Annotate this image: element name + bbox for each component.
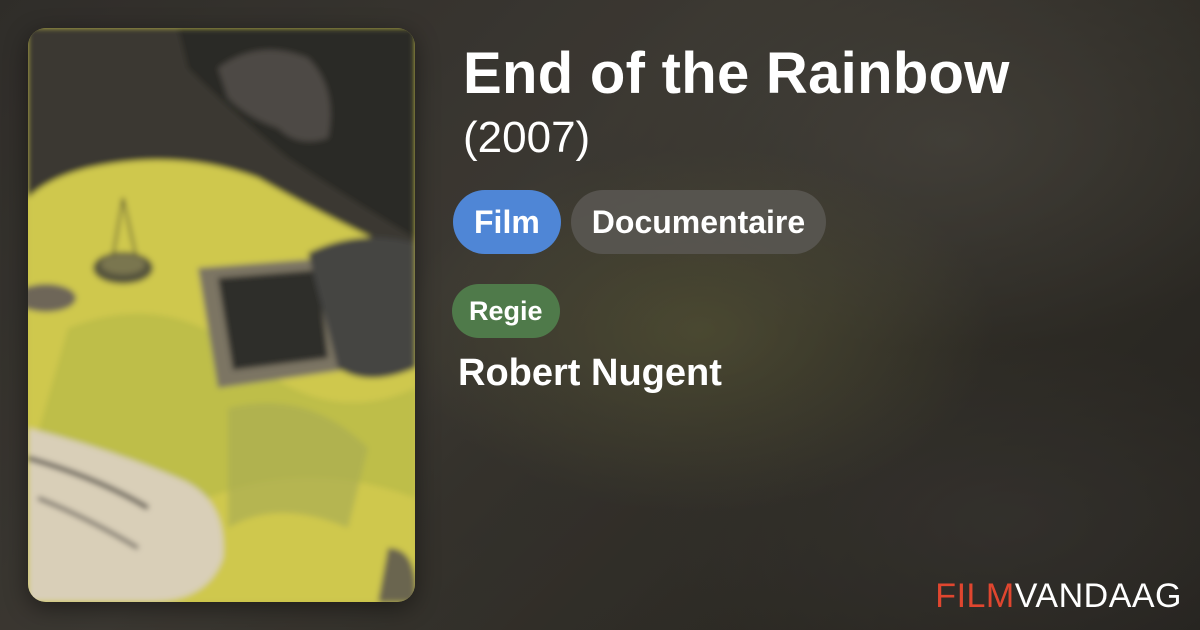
brand-logo[interactable]: FILMVANDAAG [935, 577, 1182, 616]
movie-year: (2007) [463, 113, 591, 162]
role-badge-director: Regie [452, 284, 560, 338]
movie-poster [28, 28, 415, 602]
tag-film[interactable]: Film [453, 190, 561, 254]
brand-logo-part1: FILM [935, 577, 1015, 615]
tag-list: Film Documentaire [453, 190, 827, 254]
movie-title: End of the Rainbow [463, 41, 1010, 106]
director-name[interactable]: Robert Nugent [458, 352, 722, 395]
poster-image [28, 28, 415, 602]
brand-logo-part2: VANDAAG [1014, 577, 1182, 615]
tag-genre[interactable]: Documentaire [570, 190, 827, 254]
